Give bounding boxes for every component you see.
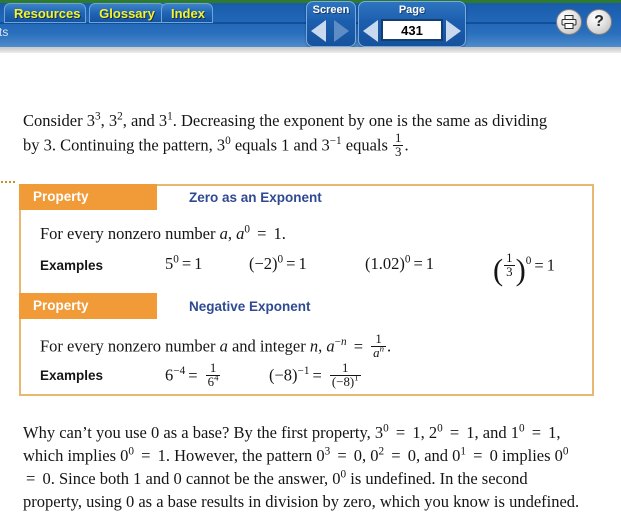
question-mark-icon: ?: [594, 13, 604, 30]
property-statement-negative-exponent: For every nonzero number a and integer n…: [40, 332, 392, 361]
example-negative-1: 6−4 = 1 64: [165, 361, 221, 390]
toolbar-divider: [0, 47, 621, 53]
screen-next-icon[interactable]: [334, 20, 349, 42]
page-next-icon[interactable]: [446, 20, 461, 42]
examples-label-2: Examples: [40, 368, 104, 383]
page-stepper-label: Page: [398, 4, 426, 16]
example-zero-4: (1 3)0 = 1: [493, 251, 555, 287]
intro-paragraph: Consider 33, 32, and 31. Decreasing the …: [23, 110, 548, 160]
example-zero-3: (1.02)0 = 1: [365, 253, 435, 273]
nav-tab-resources[interactable]: Resources: [4, 3, 86, 23]
property-title-zero-exponent: Zero as an Exponent: [189, 190, 322, 205]
page-number-input[interactable]: 431: [381, 19, 443, 41]
screen-stepper-label: Screen: [312, 4, 350, 16]
property-title-negative-exponent: Negative Exponent: [189, 299, 311, 314]
left-margin-dots: [0, 181, 18, 184]
partial-breadcrumb-label: nts: [0, 25, 9, 39]
help-button[interactable]: ?: [586, 9, 612, 35]
closing-paragraph: Why can’t you use 0 as a base? By the fi…: [23, 422, 580, 511]
page-prev-icon[interactable]: [363, 20, 378, 42]
page-stepper: Page 431: [358, 1, 466, 47]
property-header-1: Property: [19, 184, 157, 210]
example-negative-2: (−8)−1 = 1 (−8)1: [269, 361, 361, 390]
property-box: Property Zero as an Exponent For every n…: [19, 184, 594, 396]
screen-stepper: Screen: [306, 1, 356, 47]
property-statement-zero-exponent: For every nonzero number a, a0 = 1.: [40, 223, 286, 243]
printer-icon: [561, 15, 577, 29]
examples-label-1: Examples: [40, 258, 104, 273]
top-navigation-bar: Resources Glossary Index nts Screen Page…: [0, 0, 621, 47]
nav-tab-index[interactable]: Index: [161, 3, 213, 23]
screen-prev-icon[interactable]: [311, 20, 326, 42]
property-header-2: Property: [19, 293, 157, 319]
example-zero-2: (−2)0 = 1: [249, 253, 307, 273]
nav-tab-glossary[interactable]: Glossary: [89, 3, 165, 23]
print-button[interactable]: [556, 9, 582, 35]
example-zero-1: 50 = 1: [165, 253, 203, 273]
